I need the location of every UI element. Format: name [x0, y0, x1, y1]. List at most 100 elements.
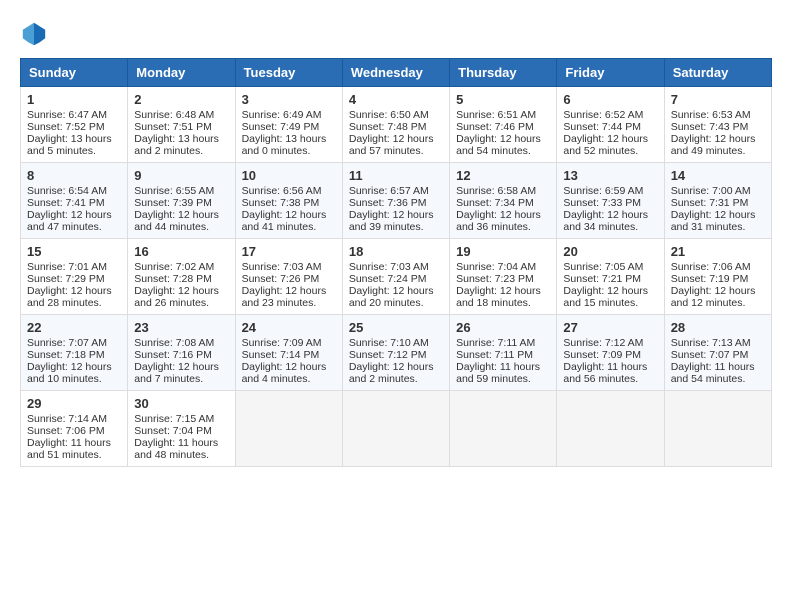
sunset-text: Sunset: 7:07 PM — [671, 349, 749, 361]
daylight-text: Daylight: 12 hours and 12 minutes. — [671, 285, 756, 309]
day-number: 16 — [134, 244, 228, 259]
day-number: 28 — [671, 320, 765, 335]
day-number: 13 — [563, 168, 657, 183]
day-number: 27 — [563, 320, 657, 335]
daylight-text: Daylight: 11 hours and 59 minutes. — [456, 361, 540, 385]
calendar-cell: 29 Sunrise: 7:14 AM Sunset: 7:06 PM Dayl… — [21, 391, 128, 467]
daylight-text: Daylight: 12 hours and 18 minutes. — [456, 285, 541, 309]
daylight-text: Daylight: 11 hours and 51 minutes. — [27, 437, 111, 461]
sunset-text: Sunset: 7:51 PM — [134, 121, 212, 133]
calendar-cell: 20 Sunrise: 7:05 AM Sunset: 7:21 PM Dayl… — [557, 239, 664, 315]
daylight-text: Daylight: 11 hours and 48 minutes. — [134, 437, 218, 461]
day-number: 5 — [456, 92, 550, 107]
daylight-text: Daylight: 12 hours and 15 minutes. — [563, 285, 648, 309]
sunset-text: Sunset: 7:46 PM — [456, 121, 534, 133]
calendar-cell: 7 Sunrise: 6:53 AM Sunset: 7:43 PM Dayli… — [664, 87, 771, 163]
calendar-cell: 23 Sunrise: 7:08 AM Sunset: 7:16 PM Dayl… — [128, 315, 235, 391]
day-number: 30 — [134, 396, 228, 411]
logo — [20, 20, 52, 48]
day-number: 29 — [27, 396, 121, 411]
daylight-text: Daylight: 12 hours and 44 minutes. — [134, 209, 219, 233]
weekday-header-saturday: Saturday — [664, 59, 771, 87]
sunset-text: Sunset: 7:29 PM — [27, 273, 105, 285]
sunset-text: Sunset: 7:18 PM — [27, 349, 105, 361]
sunrise-text: Sunrise: 7:00 AM — [671, 185, 751, 197]
daylight-text: Daylight: 12 hours and 31 minutes. — [671, 209, 756, 233]
sunset-text: Sunset: 7:09 PM — [563, 349, 641, 361]
daylight-text: Daylight: 12 hours and 41 minutes. — [242, 209, 327, 233]
weekday-header-friday: Friday — [557, 59, 664, 87]
day-number: 19 — [456, 244, 550, 259]
sunset-text: Sunset: 7:44 PM — [563, 121, 641, 133]
daylight-text: Daylight: 12 hours and 34 minutes. — [563, 209, 648, 233]
daylight-text: Daylight: 12 hours and 7 minutes. — [134, 361, 219, 385]
calendar-cell: 27 Sunrise: 7:12 AM Sunset: 7:09 PM Dayl… — [557, 315, 664, 391]
sunrise-text: Sunrise: 7:01 AM — [27, 261, 107, 273]
day-number: 18 — [349, 244, 443, 259]
sunrise-text: Sunrise: 7:11 AM — [456, 337, 535, 349]
calendar-week-2: 8 Sunrise: 6:54 AM Sunset: 7:41 PM Dayli… — [21, 163, 772, 239]
sunset-text: Sunset: 7:19 PM — [671, 273, 749, 285]
day-number: 7 — [671, 92, 765, 107]
day-number: 12 — [456, 168, 550, 183]
calendar-cell — [450, 391, 557, 467]
day-number: 15 — [27, 244, 121, 259]
sunrise-text: Sunrise: 6:50 AM — [349, 109, 429, 121]
day-number: 3 — [242, 92, 336, 107]
logo-icon — [20, 20, 48, 48]
daylight-text: Daylight: 12 hours and 2 minutes. — [349, 361, 434, 385]
day-number: 21 — [671, 244, 765, 259]
day-number: 2 — [134, 92, 228, 107]
calendar-cell — [342, 391, 449, 467]
sunset-text: Sunset: 7:26 PM — [242, 273, 320, 285]
calendar-cell: 21 Sunrise: 7:06 AM Sunset: 7:19 PM Dayl… — [664, 239, 771, 315]
sunrise-text: Sunrise: 6:57 AM — [349, 185, 429, 197]
sunrise-text: Sunrise: 7:06 AM — [671, 261, 751, 273]
weekday-header-thursday: Thursday — [450, 59, 557, 87]
sunrise-text: Sunrise: 7:05 AM — [563, 261, 643, 273]
daylight-text: Daylight: 12 hours and 39 minutes. — [349, 209, 434, 233]
sunrise-text: Sunrise: 6:51 AM — [456, 109, 536, 121]
calendar-cell: 16 Sunrise: 7:02 AM Sunset: 7:28 PM Dayl… — [128, 239, 235, 315]
calendar-cell: 17 Sunrise: 7:03 AM Sunset: 7:26 PM Dayl… — [235, 239, 342, 315]
page-header — [20, 20, 772, 48]
sunset-text: Sunset: 7:34 PM — [456, 197, 534, 209]
sunrise-text: Sunrise: 7:10 AM — [349, 337, 429, 349]
daylight-text: Daylight: 12 hours and 20 minutes. — [349, 285, 434, 309]
sunset-text: Sunset: 7:28 PM — [134, 273, 212, 285]
calendar-cell: 30 Sunrise: 7:15 AM Sunset: 7:04 PM Dayl… — [128, 391, 235, 467]
day-number: 8 — [27, 168, 121, 183]
sunrise-text: Sunrise: 7:03 AM — [349, 261, 429, 273]
sunset-text: Sunset: 7:36 PM — [349, 197, 427, 209]
calendar-body: 1 Sunrise: 6:47 AM Sunset: 7:52 PM Dayli… — [21, 87, 772, 467]
sunrise-text: Sunrise: 7:07 AM — [27, 337, 107, 349]
day-number: 9 — [134, 168, 228, 183]
daylight-text: Daylight: 12 hours and 47 minutes. — [27, 209, 112, 233]
sunrise-text: Sunrise: 6:55 AM — [134, 185, 214, 197]
sunrise-text: Sunrise: 7:08 AM — [134, 337, 214, 349]
daylight-text: Daylight: 12 hours and 26 minutes. — [134, 285, 219, 309]
sunrise-text: Sunrise: 7:04 AM — [456, 261, 536, 273]
sunrise-text: Sunrise: 7:13 AM — [671, 337, 751, 349]
daylight-text: Daylight: 12 hours and 54 minutes. — [456, 133, 541, 157]
sunrise-text: Sunrise: 6:52 AM — [563, 109, 643, 121]
calendar-cell: 12 Sunrise: 6:58 AM Sunset: 7:34 PM Dayl… — [450, 163, 557, 239]
daylight-text: Daylight: 12 hours and 28 minutes. — [27, 285, 112, 309]
calendar-cell: 24 Sunrise: 7:09 AM Sunset: 7:14 PM Dayl… — [235, 315, 342, 391]
calendar-cell — [557, 391, 664, 467]
day-number: 20 — [563, 244, 657, 259]
daylight-text: Daylight: 12 hours and 49 minutes. — [671, 133, 756, 157]
day-number: 17 — [242, 244, 336, 259]
calendar-week-1: 1 Sunrise: 6:47 AM Sunset: 7:52 PM Dayli… — [21, 87, 772, 163]
daylight-text: Daylight: 11 hours and 56 minutes. — [563, 361, 647, 385]
calendar-cell: 1 Sunrise: 6:47 AM Sunset: 7:52 PM Dayli… — [21, 87, 128, 163]
daylight-text: Daylight: 12 hours and 52 minutes. — [563, 133, 648, 157]
weekday-header-tuesday: Tuesday — [235, 59, 342, 87]
calendar-cell: 13 Sunrise: 6:59 AM Sunset: 7:33 PM Dayl… — [557, 163, 664, 239]
daylight-text: Daylight: 12 hours and 36 minutes. — [456, 209, 541, 233]
sunrise-text: Sunrise: 7:09 AM — [242, 337, 322, 349]
weekday-header-sunday: Sunday — [21, 59, 128, 87]
sunset-text: Sunset: 7:52 PM — [27, 121, 105, 133]
calendar-cell: 8 Sunrise: 6:54 AM Sunset: 7:41 PM Dayli… — [21, 163, 128, 239]
day-number: 23 — [134, 320, 228, 335]
